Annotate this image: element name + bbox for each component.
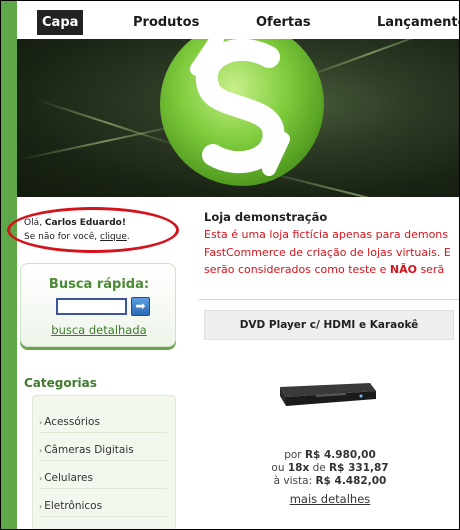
cash-prefix: à vista: bbox=[273, 475, 313, 487]
product-installments: ou 18x de R$ 331,87 bbox=[201, 462, 459, 474]
desc-line-3a: serão considerados como teste e bbox=[204, 263, 387, 276]
product-name-header[interactable]: DVD Player c/ HDMI e Karaokê bbox=[204, 310, 454, 340]
chevron-right-icon: › bbox=[39, 446, 43, 455]
categories-title: Categorias bbox=[24, 376, 97, 390]
search-input[interactable] bbox=[56, 298, 127, 315]
category-label: Câmeras Digitais bbox=[44, 444, 134, 456]
dvd-player-image[interactable] bbox=[276, 379, 378, 409]
greeting-user-name: Carlos Eduardo! bbox=[44, 218, 126, 228]
nav-item-capa[interactable]: Capa bbox=[37, 10, 84, 35]
nav-item-ofertas[interactable]: Ofertas bbox=[256, 10, 311, 35]
greeting-hello: Olá, bbox=[24, 218, 42, 228]
search-submit-button[interactable]: ➡ bbox=[131, 297, 150, 316]
quick-search-title: Busca rápida: bbox=[48, 277, 150, 292]
installments-prefix: ou bbox=[271, 462, 285, 474]
top-nav: Capa Produtos Ofertas Lançamentos bbox=[17, 1, 459, 39]
store-title: Loja demonstração bbox=[204, 210, 328, 224]
desc-line-1: Esta é uma loja fictícia apenas para dem… bbox=[204, 228, 448, 241]
cash-price-value: R$ 4.482,00 bbox=[315, 475, 387, 487]
chevron-right-icon: › bbox=[39, 418, 43, 427]
browser-page: Capa Produtos Ofertas Lançamentos Olá, bbox=[0, 0, 460, 530]
logout-link[interactable]: clique bbox=[100, 232, 127, 242]
product-cash-price: à vista: R$ 4.482,00 bbox=[201, 475, 459, 487]
installments-mid: de bbox=[312, 462, 326, 474]
desc-line-2: FastCommerce de criação de lojas virtuai… bbox=[204, 245, 451, 259]
category-label: Eletrônicos bbox=[44, 500, 103, 512]
detailed-search-link[interactable]: busca detalhada bbox=[21, 323, 177, 337]
category-item[interactable]: › Eletrônicos bbox=[39, 495, 167, 517]
category-label: Celulares bbox=[44, 472, 93, 484]
category-item[interactable]: › Celulares bbox=[39, 467, 167, 489]
price-value: R$ 4.980,00 bbox=[304, 449, 376, 461]
categories-list: › Acessórios › Câmeras Digitais › Celulares… bbox=[32, 395, 176, 529]
nav-item-produtos[interactable]: Produtos bbox=[133, 10, 199, 35]
greeting-not-you: Se não for você, bbox=[24, 232, 98, 242]
arrow-right-icon: ➡ bbox=[135, 299, 146, 313]
hero-banner bbox=[17, 39, 459, 197]
category-label: Acessórios bbox=[44, 416, 100, 428]
product-price: por R$ 4.980,00 bbox=[201, 449, 459, 461]
chevron-right-icon: › bbox=[39, 502, 43, 511]
divider bbox=[199, 299, 459, 300]
category-item[interactable]: › Acessórios bbox=[39, 411, 167, 433]
store-description: Esta é uma loja fictícia apenas para dem… bbox=[204, 226, 451, 279]
nav-item-lancamentos[interactable]: Lançamentos bbox=[377, 10, 459, 35]
user-greeting: Olá, Carlos Eduardo! Se não for você, cl… bbox=[24, 216, 130, 244]
desc-emphasis: NÃO bbox=[389, 263, 417, 276]
installments-count: 18x bbox=[287, 462, 310, 474]
category-item[interactable]: › Câmeras Digitais bbox=[39, 439, 167, 461]
chevron-right-icon: › bbox=[39, 474, 43, 483]
quick-search-box: Busca rápida: ➡ busca detalhada bbox=[20, 263, 176, 347]
left-green-stripe bbox=[1, 1, 17, 529]
more-details-link[interactable]: mais detalhes bbox=[201, 492, 459, 506]
greeting-period: . bbox=[126, 232, 130, 242]
price-prefix: por bbox=[284, 449, 302, 461]
fastcommerce-logo-icon bbox=[160, 39, 324, 186]
installment-value: R$ 331,87 bbox=[329, 462, 389, 474]
desc-line-3b: serã bbox=[420, 263, 445, 276]
